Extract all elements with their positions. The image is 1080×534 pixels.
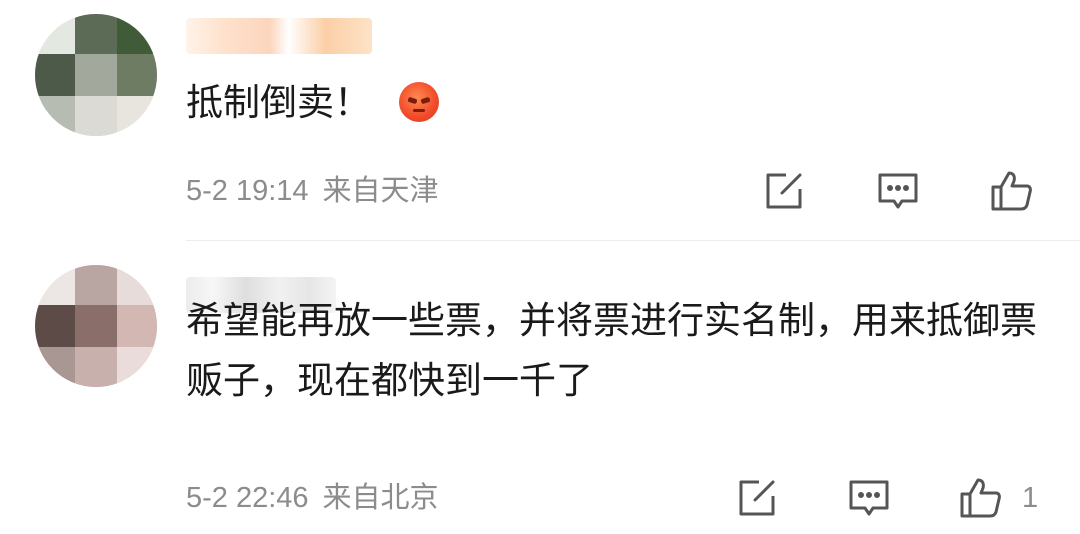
comment-text: 希望能再放一些票，并将票进行实名制，用来抵御票贩子，现在都快到一千了 [186, 291, 1040, 411]
comment-location: 来自北京 [322, 482, 439, 514]
comment-text: 抵制倒卖！ ✦ [186, 73, 1040, 133]
comment-text-content: 希望能再放一些票，并将票进行实名制，用来抵御票贩子，现在都快到一千了 [186, 299, 1037, 402]
like-count: 1 [1022, 482, 1039, 514]
comment-location: 来自天津 [322, 175, 439, 207]
comment-icon[interactable] [874, 167, 922, 215]
avatar[interactable] [35, 14, 157, 136]
comment-meta: 5-2 22:46 来自北京 [186, 478, 439, 518]
angry-face-icon: ✦ [399, 78, 442, 122]
thumbs-up-icon[interactable] [987, 167, 1035, 215]
comment-icon[interactable] [845, 474, 893, 522]
share-icon[interactable] [760, 167, 808, 215]
thumbs-up-icon[interactable] [956, 474, 1004, 522]
comment-meta: 5-2 19:14 来自天津 [186, 171, 439, 211]
username[interactable] [186, 18, 372, 54]
comment-item: 抵制倒卖！ ✦ 5-2 19:14 来自天津 [0, 0, 1080, 240]
comment-text-content: 抵制倒卖！ [186, 81, 371, 124]
comment-time: 5-2 22:46 [186, 482, 309, 514]
avatar[interactable] [35, 265, 157, 387]
comment-item: 希望能再放一些票，并将票进行实名制，用来抵御票贩子，现在都快到一千了 5-2 2… [0, 241, 1080, 534]
share-icon[interactable] [733, 474, 781, 522]
comment-time: 5-2 19:14 [186, 175, 309, 207]
